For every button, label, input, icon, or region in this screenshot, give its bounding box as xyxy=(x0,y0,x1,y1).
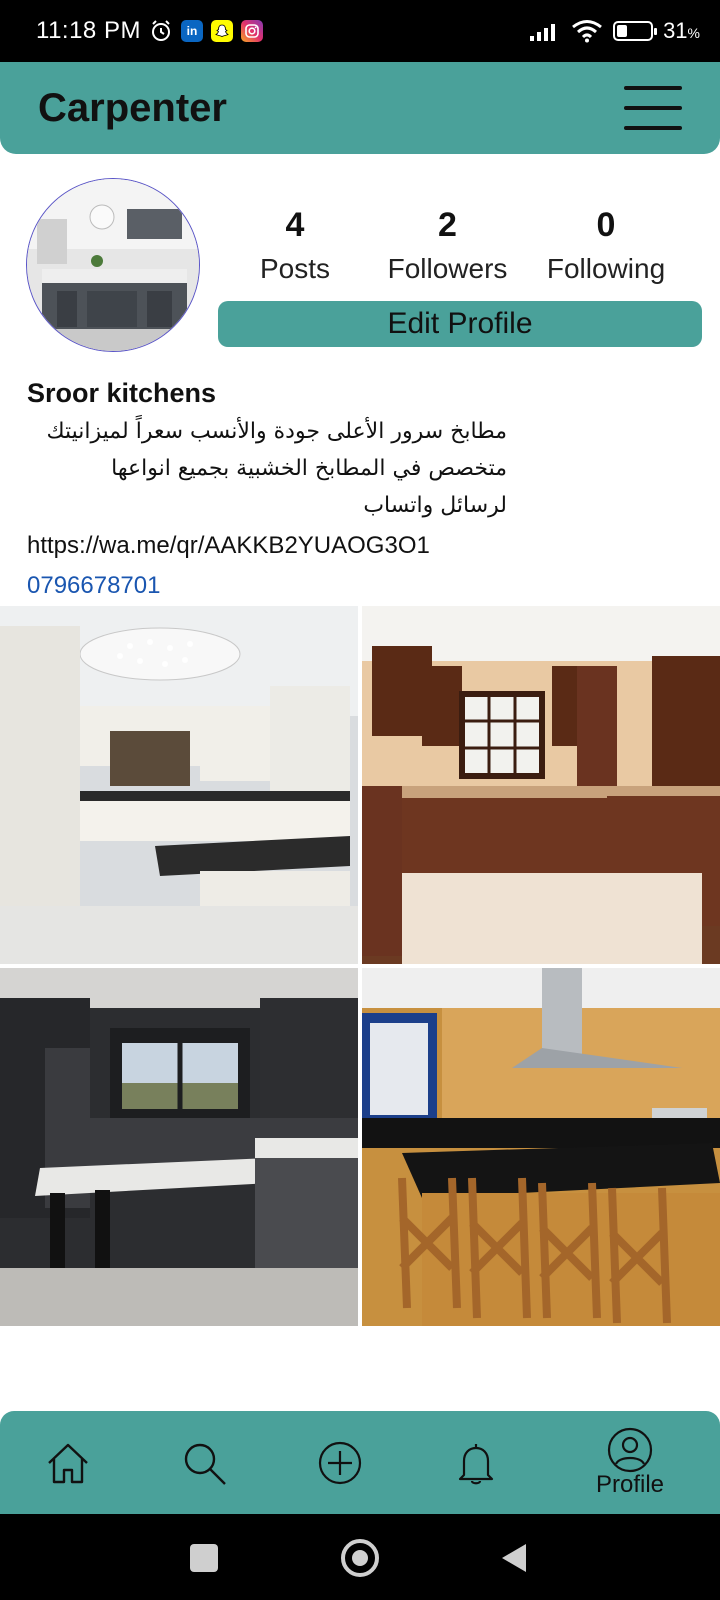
bio-line: لرسائل واتساب xyxy=(363,493,507,518)
battery-icon xyxy=(613,21,658,41)
nav-add[interactable] xyxy=(300,1411,380,1514)
stat-posts-count: 4 xyxy=(285,206,305,244)
wood-kitchen-post[interactable] xyxy=(362,606,720,964)
battery-percent: 31% xyxy=(663,18,700,43)
bell-icon xyxy=(458,1443,494,1484)
nav-profile[interactable]: Profile xyxy=(580,1411,680,1514)
recents-button[interactable] xyxy=(190,1544,218,1572)
kitchen-avatar-image xyxy=(27,179,199,351)
alarm-icon xyxy=(151,20,170,41)
stat-followers-count: 2 xyxy=(438,206,457,244)
snapchat-icon xyxy=(210,20,233,42)
stat-posts-label: Posts xyxy=(259,253,331,284)
stat-following[interactable]: 0 Following xyxy=(540,206,672,285)
app-bar: Carpenter xyxy=(0,62,720,154)
stat-posts[interactable]: 4 Posts xyxy=(240,206,350,285)
nav-search[interactable] xyxy=(164,1411,244,1514)
nav-notifications[interactable] xyxy=(436,1411,516,1514)
profile-link[interactable]: https://wa.me/qr/AAKKB2YUAOG3O1 xyxy=(27,532,507,560)
status-bar: 11:18 PM in 31% xyxy=(0,0,720,62)
dark-kitchen-post[interactable] xyxy=(0,968,358,1326)
status-time: 11:18 PM xyxy=(36,17,141,44)
profile-stats: 4 Posts 2 Followers 0 Following xyxy=(240,206,690,286)
bio-line: متخصص في المطابخ الخشبية بجميع انواعها xyxy=(111,456,507,481)
profile-phone[interactable]: 0796678701 xyxy=(27,572,507,600)
island-kitchen-post[interactable] xyxy=(362,968,720,1326)
system-status: 31% xyxy=(529,18,700,44)
system-navigation-bar xyxy=(0,1514,720,1600)
edit-profile-button[interactable]: Edit Profile xyxy=(218,301,702,347)
signal-icon xyxy=(530,24,556,41)
back-button[interactable] xyxy=(498,1542,530,1574)
bio-line: مطابخ سرور الأعلى جودة والأنسب سعراً لمي… xyxy=(46,419,507,444)
profile-name: Sroor kitchens xyxy=(27,378,217,408)
bottom-navigation: Profile xyxy=(0,1411,720,1514)
stat-following-count: 0 xyxy=(596,206,616,244)
profile-bio: Sroor kitchens مطابخ سرور الأعلى جودة وا… xyxy=(27,378,507,600)
nav-home[interactable] xyxy=(28,1411,108,1514)
wifi-icon xyxy=(572,20,602,43)
white-kitchen-post[interactable] xyxy=(0,606,358,964)
notification-icons: in xyxy=(149,19,263,43)
bio-description: مطابخ سرور الأعلى جودة والأنسب سعراً لمي… xyxy=(27,413,507,524)
search-icon xyxy=(184,1443,226,1485)
battery-level-fill xyxy=(617,25,628,37)
home-button[interactable] xyxy=(341,1539,379,1577)
linkedin-icon: in xyxy=(180,20,203,42)
app-title: Carpenter xyxy=(38,85,227,130)
profile-icon xyxy=(607,1427,653,1472)
add-icon xyxy=(318,1441,362,1484)
stat-followers[interactable]: 2 Followers xyxy=(380,206,515,285)
profile-avatar[interactable] xyxy=(26,178,200,352)
hamburger-menu-icon[interactable] xyxy=(624,86,682,130)
stat-following-label: Following xyxy=(546,253,666,284)
stat-followers-label: Followers xyxy=(387,253,508,284)
instagram-icon xyxy=(240,20,263,42)
posts-grid xyxy=(0,606,720,1326)
home-icon xyxy=(48,1443,88,1483)
nav-profile-label: Profile xyxy=(595,1470,665,1498)
